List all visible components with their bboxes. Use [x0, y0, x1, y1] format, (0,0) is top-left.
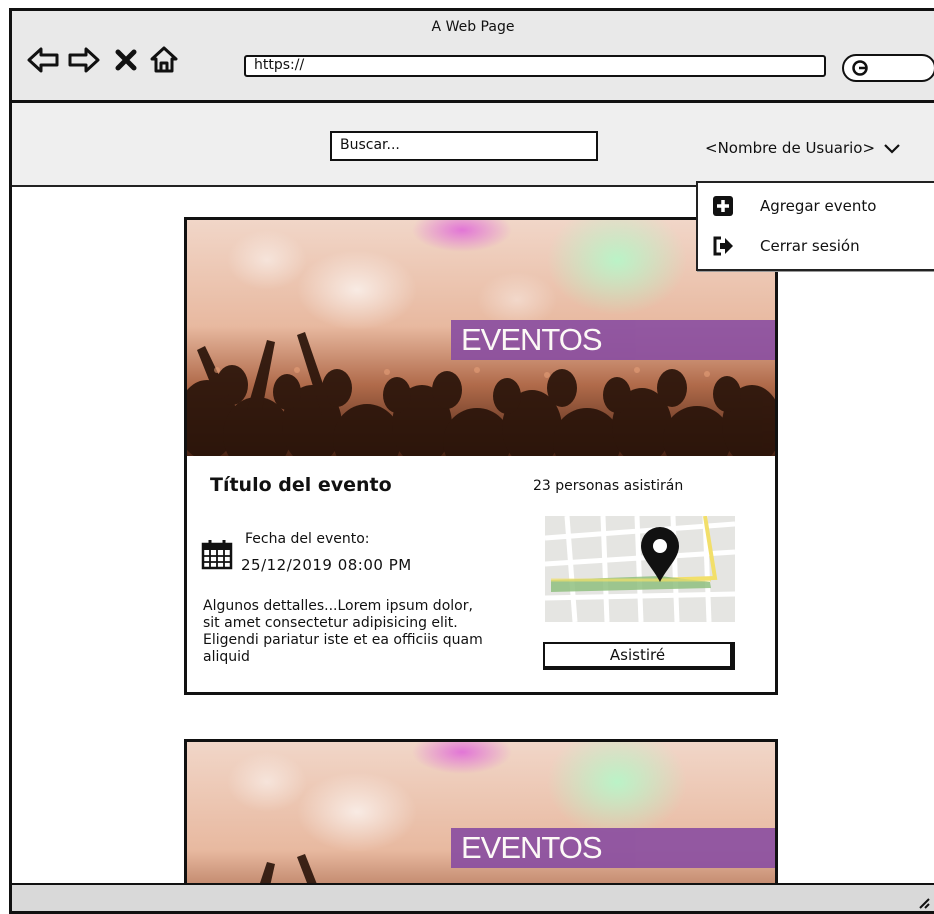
event-title: Título del evento: [210, 474, 392, 496]
close-icon[interactable]: [109, 43, 143, 77]
forward-arrow-icon[interactable]: [67, 43, 101, 77]
browser-window: A Web Page https:// Buscar... <Nombre de…: [9, 8, 934, 914]
event-photo: EVENTOS: [187, 220, 775, 456]
menu-item-add-event[interactable]: Agregar evento: [712, 195, 876, 217]
attend-button[interactable]: Asistiré: [543, 642, 735, 670]
logout-icon: [713, 236, 733, 256]
menu-item-logout[interactable]: Cerrar sesión: [712, 235, 860, 257]
url-field[interactable]: https://: [244, 55, 826, 77]
menu-item-label: Cerrar sesión: [760, 237, 860, 255]
search-icon: [852, 60, 868, 76]
event-date-label: Fecha del evento:: [245, 531, 370, 547]
attendee-count: 23 personas asistirán: [533, 478, 684, 494]
event-map[interactable]: [545, 516, 735, 622]
app-header: Buscar... <Nombre de Usuario>: [12, 103, 934, 187]
username-label: <Nombre de Usuario>: [705, 139, 876, 157]
event-banner: EVENTOS: [451, 320, 775, 360]
user-menu-toggle[interactable]: <Nombre de Usuario>: [705, 139, 901, 157]
menu-item-label: Agregar evento: [760, 197, 877, 215]
home-icon[interactable]: [147, 43, 181, 77]
resize-handle-icon[interactable]: [916, 895, 930, 909]
chevron-down-icon: [884, 144, 900, 154]
plus-square-icon: [713, 196, 733, 216]
browser-status-bar: [12, 883, 934, 911]
event-banner: EVENTOS: [451, 828, 775, 868]
browser-toolbar: A Web Page https://: [12, 11, 934, 103]
search-input[interactable]: Buscar...: [330, 131, 598, 161]
event-description: Algunos dettalles...Lorem ipsum dolor, s…: [203, 598, 483, 665]
user-dropdown-menu: Agregar evento Cerrar sesión: [696, 181, 934, 271]
event-date-value: 25/12/2019 08:00 PM: [241, 556, 412, 574]
window-title: A Web Page: [431, 19, 515, 35]
browser-search-button[interactable]: [842, 54, 934, 82]
back-arrow-icon[interactable]: [26, 43, 60, 77]
calendar-icon: [201, 540, 233, 570]
event-card: EVENTOS Título del evento 23 personas as…: [184, 217, 778, 695]
